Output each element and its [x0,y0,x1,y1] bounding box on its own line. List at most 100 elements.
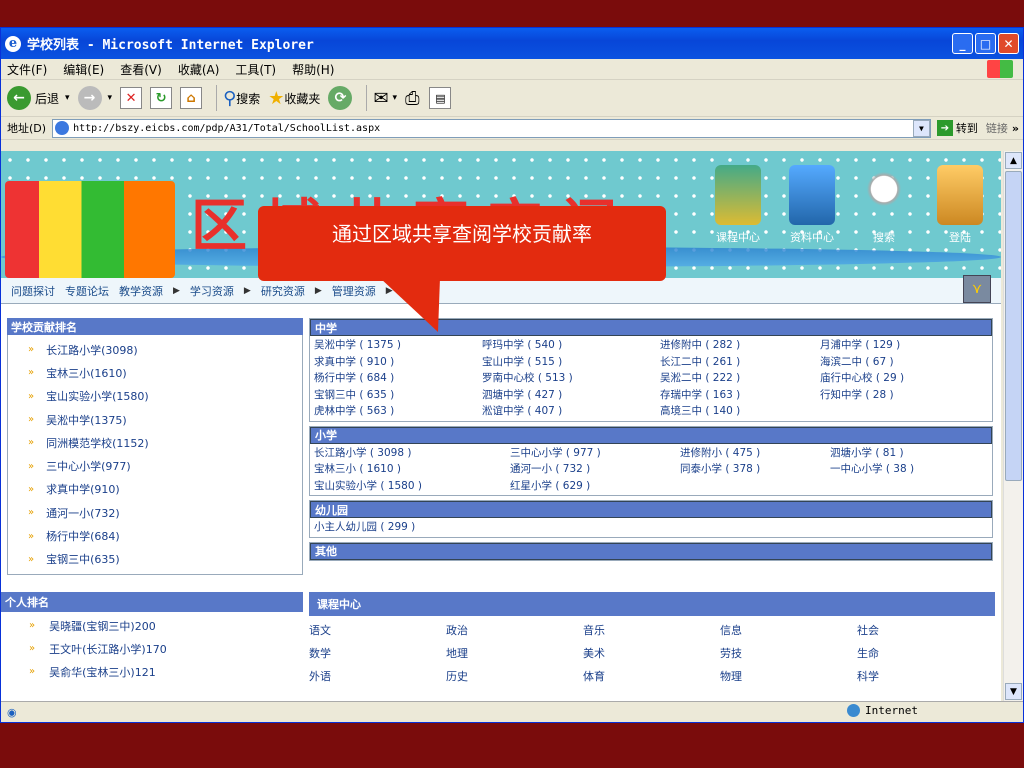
school-link[interactable]: 进修附小 ( 475 ) [680,445,830,462]
list-item[interactable]: » 求真中学(910) [8,478,302,501]
menu-favorites[interactable]: 收藏(A) [178,61,220,78]
school-link[interactable]: 杨行中学 ( 684 ) [314,370,482,387]
chevron-right-icon[interactable]: » [1012,122,1019,135]
list-item[interactable]: » 王文叶(长江路小学)170 [1,637,303,660]
mail-dropdown-icon[interactable]: ▾ [393,93,398,103]
school-link[interactable]: 宝林三小 ( 1610 ) [314,461,510,478]
school-link[interactable]: 三中心小学 ( 977 ) [510,445,680,462]
course-subject-link[interactable]: 社会 [857,618,995,641]
address-dropdown-icon[interactable]: ▼ [912,119,930,137]
course-subject-link[interactable]: 地理 [446,641,583,664]
school-link[interactable]: 淞谊中学 ( 407 ) [482,403,660,420]
other-header[interactable]: 其他 [310,542,992,560]
list-item[interactable]: » 长江路小学(3098) [8,338,302,361]
close-button[interactable]: ✕ [998,33,1019,54]
menu-view[interactable]: 查看(V) [120,61,162,78]
scroll-down-icon[interactable]: ▼ [1005,683,1022,700]
school-link[interactable]: 月浦中学 ( 129 ) [820,337,990,354]
home-button[interactable]: ⌂ [180,87,203,109]
address-input[interactable]: http://bszy.eicbs.com/pdp/A31/Total/Scho… [52,118,931,138]
school-link[interactable]: 吴淞中学 ( 1375 ) [314,337,482,354]
maximize-button[interactable]: □ [975,33,996,54]
school-link[interactable]: 小主人幼儿园 ( 299 ) [314,519,988,536]
course-subject-link[interactable]: 政治 [446,618,583,641]
print-icon[interactable]: ⎙ [405,88,419,109]
school-link[interactable]: 进修附中 ( 282 ) [660,337,820,354]
course-subject-link[interactable]: 数学 [309,641,446,664]
list-item[interactable]: » 宝钢三中(635) [8,548,302,571]
list-item[interactable]: » 宝山实验小学(1580) [8,385,302,408]
course-subject-link[interactable]: 音乐 [583,618,720,641]
school-link[interactable]: 泗塘中学 ( 427 ) [482,387,660,404]
go-button[interactable]: ➔ 转到 [936,120,978,136]
back-button[interactable]: ← 后退 ▾ [7,86,70,110]
school-link[interactable]: 红星小学 ( 629 ) [510,478,680,495]
nav-forum[interactable]: 专题论坛 [65,283,109,299]
course-subject-link[interactable]: 外语 [309,664,446,687]
edit-icon[interactable]: ▤ [429,87,452,109]
course-subject-link[interactable]: 劳技 [720,641,857,664]
menu-tools[interactable]: 工具(T) [235,61,276,78]
back-dropdown-icon[interactable]: ▾ [65,93,70,103]
refresh-button[interactable]: ↻ [150,87,173,109]
course-subject-link[interactable]: 物理 [720,664,857,687]
course-subject-link[interactable]: 语文 [309,618,446,641]
school-link[interactable]: 吴淞二中 ( 222 ) [660,370,820,387]
school-link[interactable]: 行知中学 ( 28 ) [820,387,990,404]
nav-teaching[interactable]: 教学资源 [119,283,163,299]
school-link[interactable]: 虎林中学 ( 563 ) [314,403,482,420]
school-link[interactable]: 罗南中心校 ( 513 ) [482,370,660,387]
course-subject-link[interactable]: 信息 [720,618,857,641]
list-item[interactable]: » 杨行中学(684) [8,524,302,547]
menu-help[interactable]: 帮助(H) [292,61,334,78]
school-link[interactable]: 高境三中 ( 140 ) [660,403,820,420]
search-button[interactable]: ⚲ 搜索 [223,88,260,109]
scroll-thumb[interactable] [1005,171,1022,481]
school-link[interactable]: 庙行中心校 ( 29 ) [820,370,990,387]
list-item[interactable]: » 宝林三小(1610) [8,361,302,384]
school-link[interactable]: 一中心小学 ( 38 ) [830,461,990,478]
list-item[interactable]: » 吴俞华(宝林三小)121 [1,660,303,683]
school-link[interactable]: 求真中学 ( 910 ) [314,354,482,371]
title-bar[interactable]: e 学校列表 - Microsoft Internet Explorer _ □… [1,28,1023,59]
list-item[interactable]: » 三中心小学(977) [8,454,302,477]
school-link[interactable]: 存瑞中学 ( 163 ) [660,387,820,404]
nav-course-center[interactable]: 课程中心 [715,165,761,245]
nav-resource-center[interactable]: 资料中心 [789,165,835,245]
course-subject-link[interactable]: 美术 [583,641,720,664]
school-link[interactable]: 长江路小学 ( 3098 ) [314,445,510,462]
school-link[interactable]: 长江二中 ( 261 ) [660,354,820,371]
scroll-up-icon[interactable]: ▲ [1005,152,1022,169]
school-link[interactable]: 泗塘小学 ( 81 ) [830,445,990,462]
menu-edit[interactable]: 编辑(E) [63,61,104,78]
school-link[interactable]: 宝钢三中 ( 635 ) [314,387,482,404]
nav-search[interactable]: 搜索 [861,165,907,245]
school-link[interactable]: 呼玛中学 ( 540 ) [482,337,660,354]
favorites-button[interactable]: ★ 收藏夹 [268,88,320,109]
school-link[interactable]: 宝山中学 ( 515 ) [482,354,660,371]
list-item[interactable]: » 同洲模范学校(1152) [8,431,302,454]
links-label[interactable]: 链接 [986,120,1008,136]
stop-button[interactable]: ✕ [120,87,143,109]
nav-management[interactable]: 管理资源 [332,283,376,299]
nav-learning[interactable]: 学习资源 [190,283,234,299]
vertical-scrollbar[interactable]: ▲ ▼ [1003,151,1023,701]
forward-button[interactable]: → ▾ [77,86,113,110]
menu-file[interactable]: 文件(F) [7,61,47,78]
nav-login[interactable]: 登陆 [937,165,983,245]
history-icon[interactable]: ⟳ [328,86,353,110]
school-link[interactable]: 通河一小 ( 732 ) [510,461,680,478]
list-item[interactable]: » 通河一小(732) [8,501,302,524]
school-link[interactable]: 同泰小学 ( 378 ) [680,461,830,478]
mail-icon[interactable]: ✉ [373,88,388,109]
course-subject-link[interactable]: 科学 [857,664,995,687]
collapse-chevron-icon[interactable]: ⋎ [963,275,991,303]
nav-questions[interactable]: 问题探讨 [11,283,55,299]
nav-research[interactable]: 研究资源 [261,283,305,299]
school-link[interactable]: 宝山实验小学 ( 1580 ) [314,478,510,495]
list-item[interactable]: » 吴淞中学(1375) [8,408,302,431]
list-item[interactable]: » 吴晓疆(宝钢三中)200 [1,614,303,637]
course-subject-link[interactable]: 体育 [583,664,720,687]
course-subject-link[interactable]: 生命 [857,641,995,664]
forward-dropdown-icon[interactable]: ▾ [108,93,113,103]
